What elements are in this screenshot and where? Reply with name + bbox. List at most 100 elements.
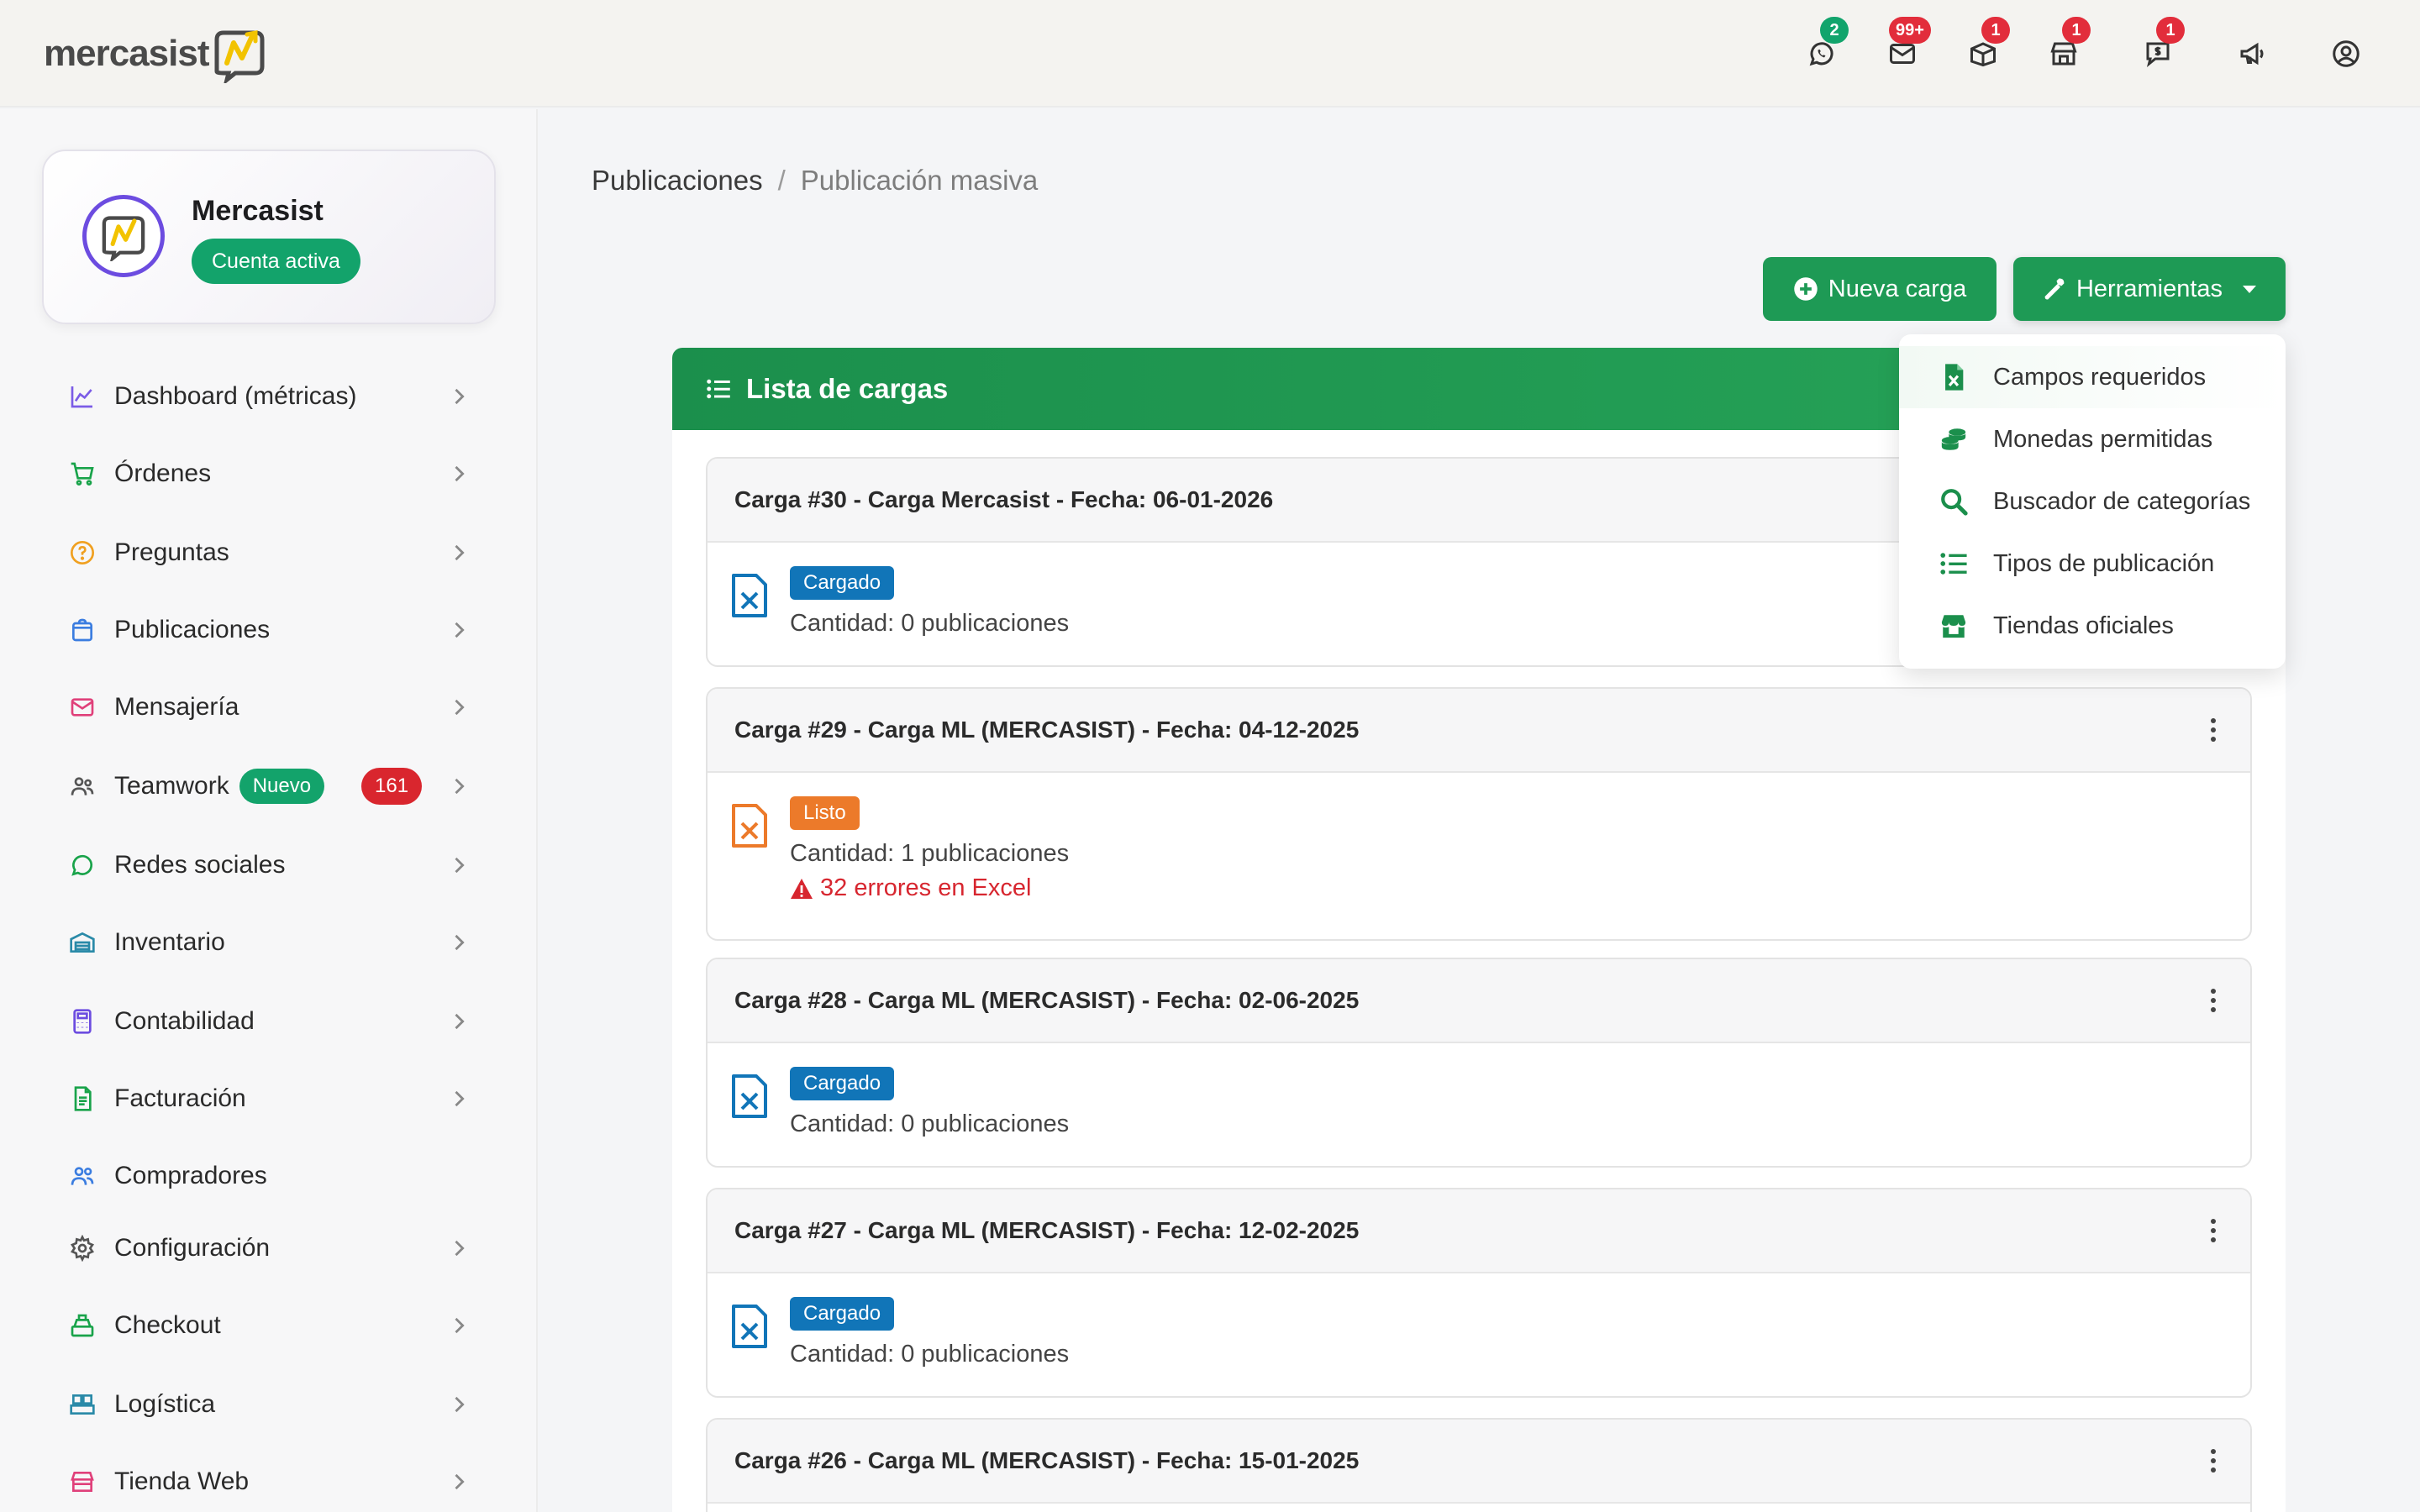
box-badge: 1 (1981, 17, 2010, 44)
sidebar-item-label: Preguntas (114, 538, 229, 566)
sidebar-item-tienda-web[interactable]: Tienda Web (67, 1457, 471, 1507)
upload-card-body: Listo Cantidad: 1 publicaciones 32 error… (708, 773, 2250, 902)
sidebar-item-inventario[interactable]: Inventario (67, 917, 471, 968)
chevron-right-icon (447, 696, 471, 719)
plus-circle-icon (1794, 277, 1818, 301)
sidebar-item-publicaciones[interactable]: Publicaciones (67, 605, 471, 655)
chevron-right-icon (447, 1236, 471, 1260)
logo-text: mercasist (44, 33, 209, 74)
new-upload-button[interactable]: Nueva carga (1763, 257, 1996, 321)
account-card[interactable]: Mercasist Cuenta activa (42, 150, 496, 324)
upload-card[interactable]: Carga #26 - Carga ML (MERCASIST) - Fecha… (706, 1418, 2252, 1512)
question-icon (67, 538, 97, 568)
sidebar-item-mensajeria[interactable]: Mensajería (67, 682, 471, 732)
calculator-icon (67, 1006, 97, 1037)
sidebar-item-redes-sociales[interactable]: Redes sociales (67, 840, 471, 890)
store-badge: 1 (2062, 17, 2091, 44)
upload-card-title: Carga #26 - Carga ML (MERCASIST) - Fecha… (734, 1447, 1360, 1473)
dollar-chat-icon[interactable]: 1 (2138, 17, 2185, 74)
whatsapp-icon[interactable]: 2 (1802, 17, 1849, 74)
menu-item-tipos-publicacion[interactable]: Tipos de publicación (1899, 533, 2286, 595)
sidebar-item-dashboard[interactable]: Dashboard (métricas) (67, 371, 471, 422)
coins-icon (1941, 428, 1966, 450)
box-icon[interactable]: 1 (1963, 17, 2010, 74)
sidebar-item-facturacion[interactable]: Facturación (67, 1074, 471, 1124)
logo-mark-icon (214, 29, 265, 83)
upload-card[interactable]: Carga #27 - Carga ML (MERCASIST) - Fecha… (706, 1188, 2252, 1398)
tools-label: Herramientas (2075, 275, 2223, 302)
kebab-menu-icon[interactable] (2210, 1448, 2217, 1473)
warning-icon (791, 878, 813, 899)
menu-item-label: Buscador de categorías (1993, 487, 2251, 515)
sidebar-item-label: Configuración (114, 1234, 271, 1262)
excel-file-icon (1945, 364, 1964, 391)
caret-down-icon (2243, 285, 2257, 293)
sidebar-item-logistica[interactable]: Logística (67, 1379, 471, 1430)
sidebar-item-configuracion[interactable]: Configuración (67, 1223, 471, 1273)
upload-card-title: Carga #29 - Carga ML (MERCASIST) - Fecha… (734, 717, 1360, 743)
sidebar-item-contabilidad[interactable]: Contabilidad (67, 996, 471, 1047)
user-circle-icon[interactable] (2326, 34, 2366, 74)
breadcrumb-separator: / (777, 165, 786, 196)
new-upload-label: Nueva carga (1828, 275, 1967, 302)
sidebar-item-label: Tienda Web (114, 1467, 250, 1495)
sidebar-item-ordenes[interactable]: Órdenes (67, 449, 471, 499)
chart-line-icon (67, 381, 97, 412)
sidebar-item-label: Checkout (114, 1311, 221, 1339)
envelope-icon (67, 692, 97, 722)
dollar-chat-badge: 1 (2156, 17, 2185, 44)
kebab-menu-icon[interactable] (2210, 717, 2217, 743)
bag-icon (67, 615, 97, 645)
excel-file-icon (732, 1305, 767, 1348)
kebab-menu-icon[interactable] (2210, 988, 2217, 1013)
logo[interactable]: mercasist (44, 22, 269, 86)
breadcrumb-parent[interactable]: Publicaciones (592, 165, 763, 197)
sidebar-item-label: Contabilidad (114, 1007, 255, 1035)
excel-file-icon (732, 1074, 767, 1118)
whatsapp-badge: 2 (1820, 17, 1849, 44)
whatsapp-icon (67, 850, 97, 880)
status-badge: Listo (790, 796, 860, 830)
sidebar-item-label: Redes sociales (114, 851, 286, 879)
upload-card-body: Cargado Cantidad: 0 publicaciones (708, 1273, 2250, 1368)
upload-card-title: Carga #28 - Carga ML (MERCASIST) - Fecha… (734, 987, 1360, 1013)
sidebar-item-teamwork[interactable]: Teamwork Nuevo 161 (67, 761, 471, 811)
excel-file-icon (732, 804, 767, 848)
status-badge: Cargado (790, 1297, 895, 1331)
new-badge: Nuevo (239, 769, 325, 804)
users-icon (67, 771, 97, 801)
megaphone-icon[interactable] (2232, 34, 2272, 74)
breadcrumb-current: Publicación masiva (800, 165, 1039, 196)
upload-card[interactable]: Carga #29 - Carga ML (MERCASIST) - Fecha… (706, 687, 2252, 941)
register-icon (67, 1310, 97, 1341)
error-text[interactable]: 32 errores en Excel (790, 874, 2250, 902)
menu-item-buscador-categorias[interactable]: Buscador de categorías (1899, 470, 2286, 533)
chevron-right-icon (447, 774, 471, 798)
account-status-badge: Cuenta activa (192, 239, 360, 284)
chevron-right-icon (447, 1087, 471, 1110)
sidebar-item-label: Mensajería (114, 693, 239, 721)
mail-icon[interactable]: 99+ (1882, 17, 1931, 74)
quantity-text: Cantidad: 1 publicaciones (790, 840, 1070, 867)
upload-card[interactable]: Carga #28 - Carga ML (MERCASIST) - Fecha… (706, 958, 2252, 1168)
tools-dropdown-button[interactable]: Herramientas (2013, 257, 2286, 321)
mail-badge: 99+ (1889, 17, 1931, 44)
menu-item-label: Campos requeridos (1993, 363, 2207, 391)
sidebar-item-compradores[interactable]: Compradores (67, 1151, 471, 1201)
sidebar-item-preguntas[interactable]: Preguntas (67, 528, 471, 578)
wrench-icon (2044, 278, 2065, 300)
sidebar: Mercasist Cuenta activa Dashboard (métri… (0, 109, 538, 1512)
menu-item-label: Monedas permitidas (1993, 425, 2213, 453)
kebab-menu-icon[interactable] (2210, 1218, 2217, 1243)
menu-item-tiendas-oficiales[interactable]: Tiendas oficiales (1899, 595, 2286, 657)
storefront-icon (67, 1467, 97, 1497)
status-badge: Cargado (790, 1067, 895, 1100)
sidebar-item-checkout[interactable]: Checkout (67, 1300, 471, 1351)
cart-icon (67, 459, 97, 489)
menu-item-label: Tiendas oficiales (1993, 612, 2174, 639)
store-icon[interactable]: 1 (2044, 17, 2091, 74)
menu-item-campos-requeridos[interactable]: Campos requeridos (1899, 346, 2286, 408)
gear-icon (67, 1233, 97, 1263)
menu-item-monedas-permitidas[interactable]: Monedas permitidas (1899, 408, 2286, 470)
chevron-right-icon (447, 541, 471, 564)
